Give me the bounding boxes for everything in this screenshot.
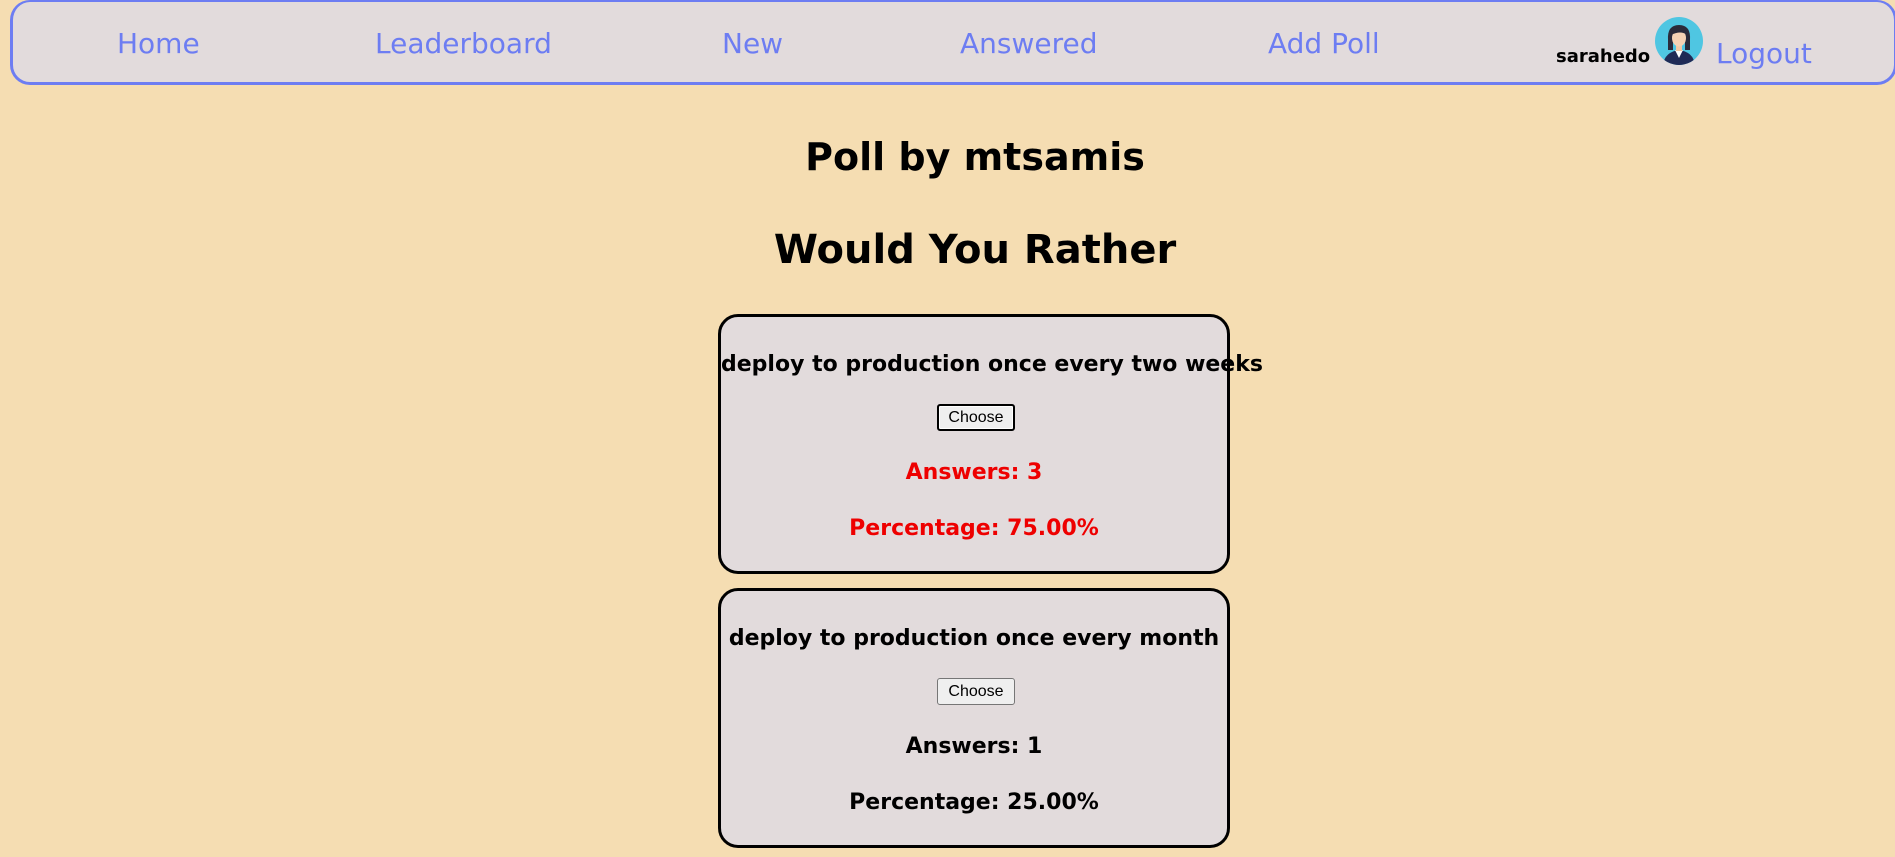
answers-count: Answers: 1 — [905, 734, 1043, 759]
option-card-one: deploy to production once every two week… — [718, 314, 1263, 574]
poll-author-title: Poll by mtsamis — [805, 135, 1145, 179]
nav-answered-link[interactable]: Answered — [960, 26, 1098, 62]
option-card-two: deploy to production once every month Ch… — [718, 588, 1230, 848]
answers-percentage: Percentage: 75.00% — [849, 516, 1099, 541]
nav-add-poll-link[interactable]: Add Poll — [1268, 26, 1380, 62]
username: sarahedo — [1556, 46, 1651, 67]
answers-percentage: Percentage: 25.00% — [849, 790, 1099, 815]
choose-button[interactable]: Choose — [937, 404, 1015, 431]
question-title: Would You Rather — [773, 227, 1177, 273]
choose-button[interactable]: Choose — [937, 678, 1015, 705]
nav-home-link[interactable]: Home — [117, 26, 200, 62]
user-avatar-icon — [1655, 17, 1703, 65]
navbar: Home Leaderboard New Answered Add Poll s… — [10, 0, 1895, 85]
option-text: deploy to production once every month — [728, 626, 1220, 651]
option-text: deploy to production once every two week… — [721, 352, 1263, 377]
nav-new-link[interactable]: New — [722, 26, 783, 62]
logout-link[interactable]: Logout — [1716, 36, 1812, 72]
answers-count: Answers: 3 — [905, 460, 1043, 485]
nav-leaderboard-link[interactable]: Leaderboard — [375, 26, 552, 62]
